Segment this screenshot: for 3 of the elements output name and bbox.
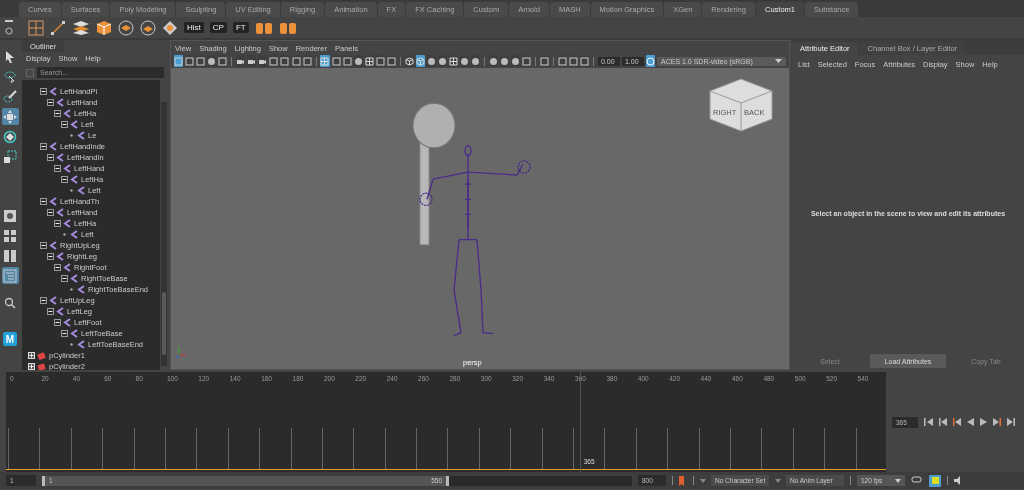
shelf-button[interactable]: FT	[232, 22, 249, 33]
shelf-button[interactable]: Hist	[184, 22, 204, 33]
shelf-button[interactable]: CP	[209, 22, 227, 33]
